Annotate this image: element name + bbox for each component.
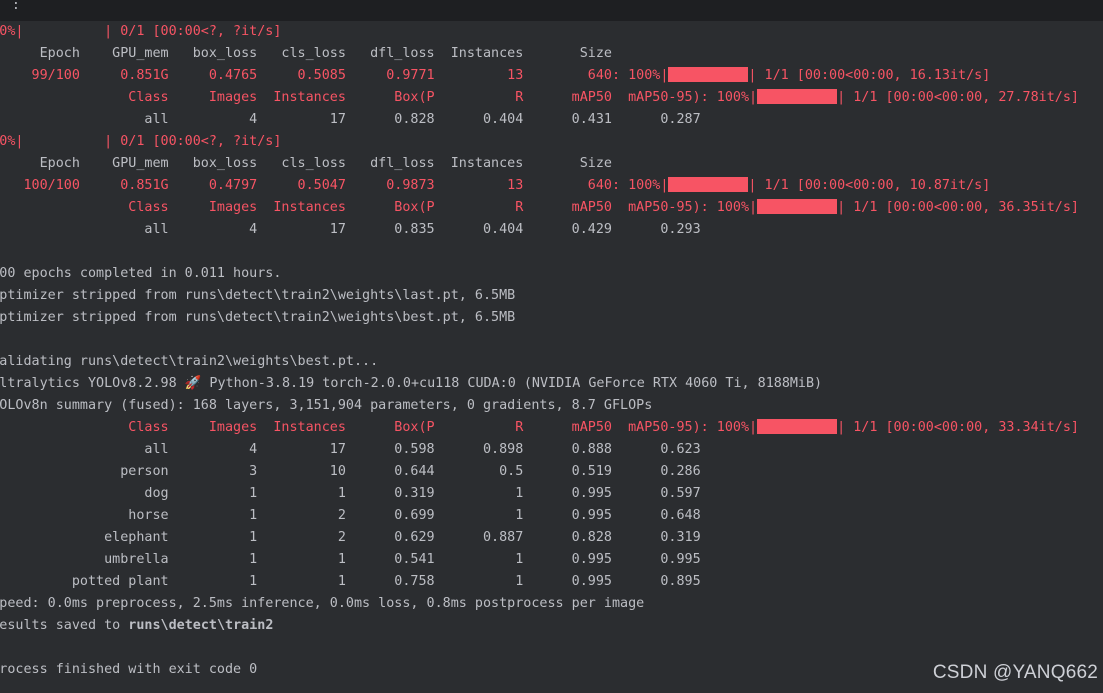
console-line: all 4 17 0.828 0.404 0.431 0.287 — [0, 109, 701, 131]
run-console-output[interactable]: 0%| | 0/1 [00:00<?, ?it/s] Epoch GPU_mem… — [0, 21, 1103, 693]
console-line: Class Images Instances Box(P R mAP50 mAP… — [0, 87, 1079, 109]
console-text: | 1/1 [00:00<00:00, 33.34it/s] — [837, 420, 1079, 435]
console-text: 0%| | 0/1 [00:00<?, ?it/s] — [0, 134, 282, 149]
console-text: Speed: 0.0ms preprocess, 2.5ms inference… — [0, 596, 645, 611]
console-text: 100/100 0.851G 0.4797 0.5047 0.9873 13 6… — [0, 178, 669, 193]
console-text: | 1/1 [00:00<00:00, 36.35it/s] — [837, 200, 1079, 215]
progress-bar-fill — [757, 89, 838, 104]
console-line: 99/100 0.851G 0.4765 0.5085 0.9771 13 64… — [0, 65, 990, 87]
console-text: 99/100 0.851G 0.4765 0.5085 0.9771 13 64… — [0, 68, 669, 83]
console-text: all 4 17 0.598 0.898 0.888 0.623 — [0, 442, 701, 457]
console-text: 100 epochs completed in 0.011 hours. — [0, 266, 282, 281]
console-line: all 4 17 0.835 0.404 0.429 0.293 — [0, 219, 701, 241]
console-text: potted plant 1 1 0.758 1 0.995 0.895 — [0, 574, 701, 589]
console-line: dog 1 1 0.319 1 0.995 0.597 — [0, 483, 701, 505]
console-text: Process finished with exit code 0 — [0, 662, 258, 677]
console-line: Class Images Instances Box(P R mAP50 mAP… — [0, 417, 1079, 439]
console-text: 0%| | 0/1 [00:00<?, ?it/s] — [0, 24, 282, 39]
console-text: umbrella 1 1 0.541 1 0.995 0.995 — [0, 552, 701, 567]
results-path: runs\detect\train2 — [128, 618, 274, 633]
console-line: person 3 10 0.644 0.5 0.519 0.286 — [0, 461, 701, 483]
console-line: elephant 1 2 0.629 0.887 0.828 0.319 — [0, 527, 701, 549]
console-text: Ultralytics YOLOv8.2.98 🚀 Python-3.8.19 … — [0, 376, 823, 391]
console-line: umbrella 1 1 0.541 1 0.995 0.995 — [0, 549, 701, 571]
console-text: Class Images Instances Box(P R mAP50 mAP… — [0, 200, 758, 215]
console-line: YOLOv8n summary (fused): 168 layers, 3,1… — [0, 395, 652, 417]
console-text: | 1/1 [00:00<00:00, 27.78it/s] — [837, 90, 1079, 105]
console-text: Validating runs\detect\train2\weights\be… — [0, 354, 379, 369]
console-line: Epoch GPU_mem box_loss cls_loss dfl_loss… — [0, 153, 612, 175]
console-line: 100/100 0.851G 0.4797 0.5047 0.9873 13 6… — [0, 175, 990, 197]
top-bar-text: : — [12, 0, 20, 13]
console-text: Class Images Instances Box(P R mAP50 mAP… — [0, 420, 758, 435]
console-text: Optimizer stripped from runs\detect\trai… — [0, 288, 516, 303]
console-line: Optimizer stripped from runs\detect\trai… — [0, 307, 515, 329]
console-text: Results saved to — [0, 618, 129, 633]
console-text: | 1/1 [00:00<00:00, 16.13it/s] — [748, 68, 991, 83]
console-text: | 1/1 [00:00<00:00, 10.87it/s] — [748, 178, 991, 193]
console-line: Validating runs\detect\train2\weights\be… — [0, 351, 378, 373]
console-line: 0%| | 0/1 [00:00<?, ?it/s] — [0, 131, 281, 153]
console-line: potted plant 1 1 0.758 1 0.995 0.895 — [0, 571, 701, 593]
progress-bar-fill — [757, 199, 838, 214]
console-text: Class Images Instances Box(P R mAP50 mAP… — [0, 90, 758, 105]
console-line: Speed: 0.0ms preprocess, 2.5ms inference… — [0, 593, 644, 615]
progress-bar-fill — [668, 177, 749, 192]
console-line: Epoch GPU_mem box_loss cls_loss dfl_loss… — [0, 43, 612, 65]
console-text: Epoch GPU_mem box_loss cls_loss dfl_loss… — [0, 46, 612, 61]
console-line: Results saved to runs\detect\train2 — [0, 615, 273, 637]
console-text: person 3 10 0.644 0.5 0.519 0.286 — [0, 464, 701, 479]
console-line: horse 1 2 0.699 1 0.995 0.648 — [0, 505, 701, 527]
console-text: all 4 17 0.828 0.404 0.431 0.287 — [0, 112, 701, 127]
console-text: horse 1 2 0.699 1 0.995 0.648 — [0, 508, 701, 523]
console-text: YOLOv8n summary (fused): 168 layers, 3,1… — [0, 398, 653, 413]
console-line: 0%| | 0/1 [00:00<?, ?it/s] — [0, 21, 281, 43]
console-text: Epoch GPU_mem box_loss cls_loss dfl_loss… — [0, 156, 612, 171]
console-line: Optimizer stripped from runs\detect\trai… — [0, 285, 515, 307]
progress-bar-fill — [668, 67, 749, 82]
console-text: elephant 1 2 0.629 0.887 0.828 0.319 — [0, 530, 701, 545]
console-text: Optimizer stripped from runs\detect\trai… — [0, 310, 516, 325]
console-line: 100 epochs completed in 0.011 hours. — [0, 263, 281, 285]
progress-bar-fill — [757, 419, 838, 434]
console-line: Ultralytics YOLOv8.2.98 🚀 Python-3.8.19 … — [0, 373, 822, 395]
console-text: dog 1 1 0.319 1 0.995 0.597 — [0, 486, 701, 501]
top-bar: : — [0, 0, 1103, 21]
console-line: all 4 17 0.598 0.898 0.888 0.623 — [0, 439, 701, 461]
console-line: Class Images Instances Box(P R mAP50 mAP… — [0, 197, 1079, 219]
console-text: all 4 17 0.835 0.404 0.429 0.293 — [0, 222, 701, 237]
csdn-watermark: CSDN @YANQ662 — [932, 662, 1098, 683]
console-line: Process finished with exit code 0 — [0, 659, 257, 681]
